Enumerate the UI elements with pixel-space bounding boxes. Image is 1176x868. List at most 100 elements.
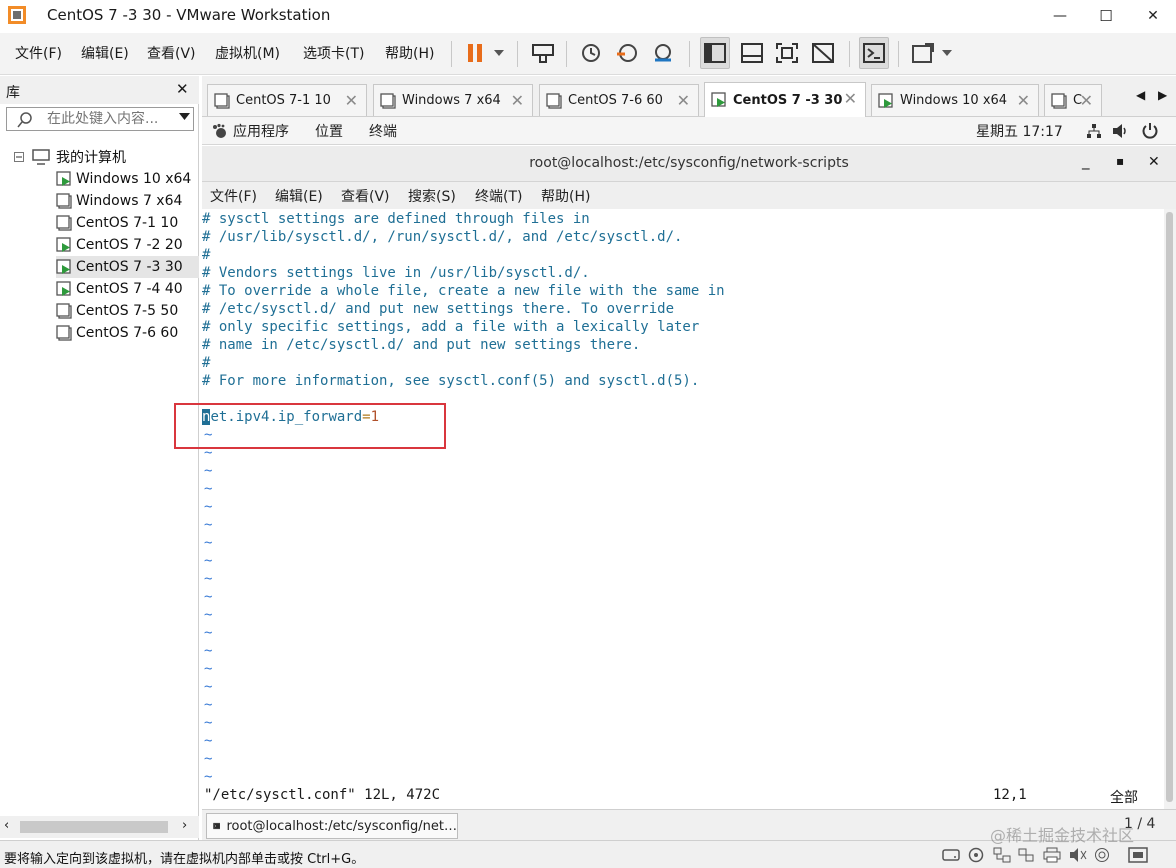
- vm-icon: [546, 92, 562, 109]
- snapshot-manager-button[interactable]: [648, 37, 678, 69]
- tab-close-icon[interactable]: ✕: [511, 91, 524, 110]
- library-search[interactable]: [6, 107, 194, 131]
- network-adapter-icon[interactable]: [993, 847, 1011, 863]
- terminal-maximize-button[interactable]: ▪: [1116, 154, 1124, 168]
- terminal-scroll-thumb[interactable]: [1166, 212, 1173, 802]
- vim-empty-line-marker: ~: [204, 463, 213, 479]
- tab-close-icon[interactable]: ✕: [1017, 91, 1030, 110]
- gnome-places-menu[interactable]: 位置: [315, 121, 343, 141]
- vm-tab[interactable]: CentOS 7 -3 30 ✕: [704, 82, 866, 117]
- cd-dvd-icon[interactable]: [968, 847, 984, 863]
- vm-tab[interactable]: CentOS 7-6 60 ✕: [539, 84, 699, 116]
- tab-close-icon[interactable]: ✕: [844, 89, 857, 108]
- unity-button[interactable]: [808, 37, 838, 69]
- menu-vm[interactable]: 虚拟机(M): [215, 43, 280, 63]
- library-close-button[interactable]: ✕: [176, 80, 189, 98]
- tab-close-icon[interactable]: ✕: [345, 91, 358, 110]
- network-icon[interactable]: [1086, 123, 1102, 139]
- pause-dropdown[interactable]: [488, 37, 510, 69]
- config-comment-line: #: [202, 355, 211, 371]
- vm-tree: 我的计算机 Windows 10 x64 Windows 7 x64 CentOS …: [0, 140, 199, 820]
- library-search-input[interactable]: [47, 111, 175, 127]
- printer-icon[interactable]: [1043, 847, 1061, 863]
- tree-item-vm[interactable]: Windows 10 x64: [56, 168, 199, 190]
- thumbnail-bar-button[interactable]: [737, 37, 767, 69]
- vm-running-icon: [56, 237, 71, 252]
- tree-item-vm[interactable]: CentOS 7 -4 40: [56, 278, 199, 300]
- tab-scroll-right-icon[interactable]: ▶: [1158, 88, 1167, 102]
- terminal-menu-file[interactable]: 文件(F): [210, 186, 257, 206]
- fullscreen-button[interactable]: [772, 37, 802, 69]
- terminal-menu-terminal[interactable]: 终端(T): [475, 186, 522, 206]
- tree-item-label: Windows 10 x64: [76, 171, 192, 187]
- terminal-menu-help[interactable]: 帮助(H): [541, 186, 590, 206]
- menu-view[interactable]: 查看(V): [147, 43, 196, 63]
- tree-item-vm[interactable]: CentOS 7-1 10: [56, 212, 199, 234]
- title-bar: CentOS 7 -3 30 - VMware Workstation — ☐ …: [0, 0, 1176, 32]
- volume-icon[interactable]: [1112, 123, 1130, 139]
- vm-tab-label: Windows 10 x64: [900, 93, 1008, 108]
- menu-tabs[interactable]: 选项卡(T): [303, 43, 364, 63]
- toolbar-separator: [517, 41, 518, 67]
- stretch-dropdown[interactable]: [936, 37, 958, 69]
- show-library-button[interactable]: [700, 37, 730, 69]
- scroll-left-icon[interactable]: ‹: [4, 818, 9, 833]
- tree-item-vm[interactable]: CentOS 7-5 50: [56, 300, 199, 322]
- power-icon[interactable]: [1142, 122, 1158, 139]
- vm-tab[interactable]: Windows 7 x64 ✕: [373, 84, 533, 116]
- tree-item-vm[interactable]: Windows 7 x64: [56, 190, 199, 212]
- vm-running-icon: [878, 92, 893, 108]
- gnome-terminal-menu[interactable]: 终端: [369, 121, 397, 141]
- send-ctrl-alt-del-button[interactable]: [528, 37, 558, 69]
- menu-help[interactable]: 帮助(H): [385, 43, 434, 63]
- maximize-button[interactable]: ☐: [1083, 0, 1129, 32]
- tree-item-vm[interactable]: CentOS 7-6 60: [56, 322, 199, 344]
- scroll-thumb[interactable]: [20, 821, 168, 833]
- chevron-down-icon: [494, 50, 504, 56]
- vim-empty-line-marker: ~: [204, 517, 213, 533]
- taskbar-terminal-item[interactable]: root@localhost:/etc/sysconfig/net…: [206, 813, 458, 839]
- library-panel: 库 ✕ 我的计算机 Windows 10 x64 Windows 7 x64 Cen…: [0, 76, 199, 840]
- tree-item-vm[interactable]: CentOS 7 -3 30: [56, 256, 199, 278]
- close-button[interactable]: ✕: [1130, 0, 1176, 32]
- gnome-applications-menu[interactable]: 应用程序: [233, 121, 289, 141]
- stretch-button[interactable]: [908, 37, 938, 69]
- scroll-right-icon[interactable]: ›: [182, 818, 187, 833]
- config-comment-line: # /usr/lib/sysctl.d/, /run/sysctl.d/, an…: [202, 229, 683, 245]
- vm-tab[interactable]: CentOS 7-1 10 ✕: [207, 84, 367, 116]
- vm-tab[interactable]: C ✕: [1044, 84, 1102, 116]
- terminal-minimize-button[interactable]: _: [1082, 152, 1090, 170]
- menu-edit[interactable]: 编辑(E): [81, 43, 129, 63]
- config-comment-line: # Vendors settings live in /usr/lib/sysc…: [202, 265, 590, 281]
- vm-icon: [214, 92, 230, 109]
- vm-tab[interactable]: Windows 10 x64 ✕: [871, 84, 1039, 116]
- display-icon[interactable]: [1094, 847, 1110, 863]
- toolbar-separator: [566, 41, 567, 67]
- terminal-menu-search[interactable]: 搜索(S): [408, 186, 456, 206]
- terminal-menu-edit[interactable]: 编辑(E): [275, 186, 323, 206]
- collapse-icon[interactable]: [14, 152, 24, 162]
- config-comment-line: # For more information, see sysctl.conf(…: [202, 373, 700, 389]
- terminal-content[interactable]: # sysctl settings are defined through fi…: [202, 209, 1164, 809]
- console-view-button[interactable]: [859, 37, 889, 69]
- terminal-close-button[interactable]: ✕: [1148, 154, 1160, 170]
- library-horizontal-scrollbar[interactable]: ‹ ›: [0, 816, 199, 838]
- fit-guest-icon[interactable]: [1128, 847, 1148, 863]
- tree-item-vm[interactable]: CentOS 7 -2 20: [56, 234, 199, 256]
- menu-file[interactable]: 文件(F): [15, 43, 62, 63]
- sound-card-icon[interactable]: [1069, 847, 1087, 863]
- terminal-menu-view[interactable]: 查看(V): [341, 186, 390, 206]
- usb-icon[interactable]: [1017, 847, 1035, 863]
- revert-snapshot-button[interactable]: [612, 37, 642, 69]
- vm-running-icon: [56, 281, 71, 296]
- chevron-down-icon[interactable]: [179, 113, 190, 120]
- tab-close-icon[interactable]: ✕: [677, 91, 690, 110]
- tab-close-icon[interactable]: ✕: [1080, 91, 1093, 110]
- minimize-button[interactable]: —: [1037, 0, 1083, 32]
- tab-scroll-left-icon[interactable]: ◀: [1136, 88, 1145, 102]
- take-snapshot-button[interactable]: [576, 37, 606, 69]
- pause-button[interactable]: [460, 37, 490, 69]
- hard-disk-icon[interactable]: [942, 848, 960, 862]
- tree-root-my-computer[interactable]: 我的计算机: [14, 146, 126, 168]
- gnome-clock[interactable]: 星期五 17:17: [976, 121, 1063, 141]
